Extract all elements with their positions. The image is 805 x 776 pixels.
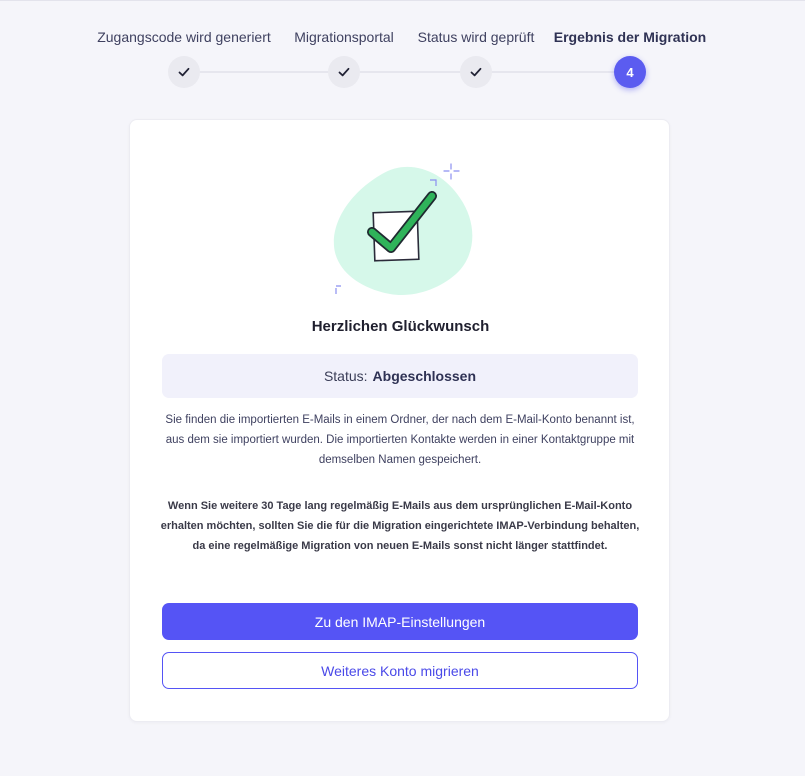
migrate-another-account-button[interactable]: Weiteres Konto migrieren: [162, 652, 638, 689]
step-label: Ergebnis der Migration: [553, 29, 707, 45]
checkmark-icon: [178, 67, 190, 77]
imap-warning-text: Wenn Sie weitere 30 Tage lang regelmäßig…: [160, 500, 640, 552]
status-value: Abgeschlossen: [372, 368, 477, 384]
stepper-line: [184, 71, 630, 73]
checkbox-success-icon: [333, 163, 473, 296]
step-done-indicator: [328, 56, 360, 88]
info-text: Sie finden die importierten E-Mails in e…: [165, 414, 635, 466]
step-active-indicator: 4: [614, 56, 646, 88]
step-done-indicator: [168, 56, 200, 88]
step-done-indicator: [460, 56, 492, 88]
result-title: Herzlichen Glückwunsch: [311, 318, 490, 335]
checkmark-icon: [338, 67, 350, 77]
status-label: Status:: [323, 368, 368, 384]
step-migration-result: Ergebnis der Migration 4: [530, 0, 730, 88]
status-box: Status: Abgeschlossen: [162, 354, 638, 398]
checkmark-icon: [470, 67, 482, 77]
imap-settings-button[interactable]: Zu den IMAP-Einstellungen: [162, 603, 638, 640]
migration-result-card: Herzlichen Glückwunsch Status: Abgeschlo…: [129, 119, 670, 722]
step-number: 4: [626, 64, 634, 80]
migration-stepper: Zugangscode wird generiert Migrationspor…: [0, 0, 805, 100]
